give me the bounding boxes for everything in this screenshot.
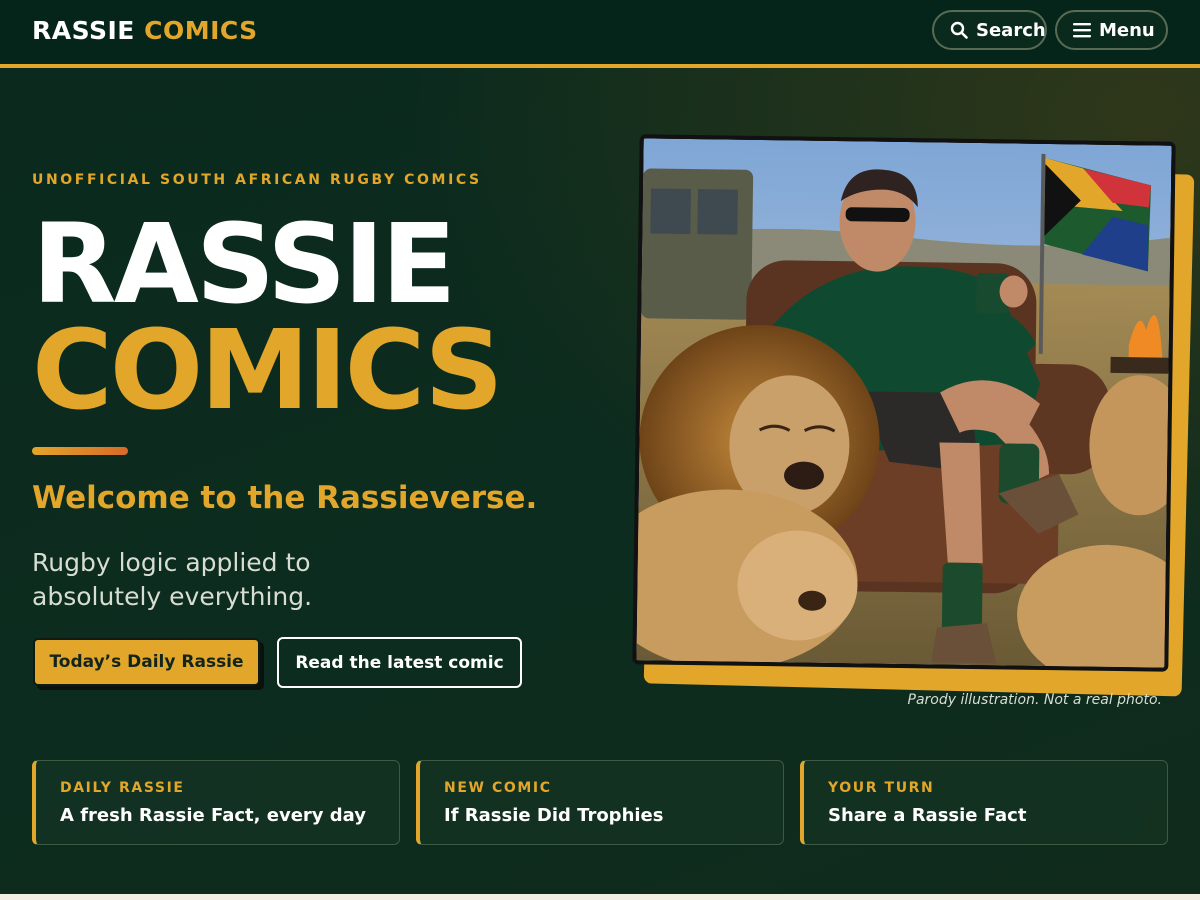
- card-kicker: YOUR TURN: [828, 780, 935, 796]
- brand-word-2: COMICS: [144, 16, 258, 45]
- menu-button[interactable]: Menu: [1055, 10, 1168, 50]
- card-kicker: DAILY RASSIE: [60, 780, 185, 796]
- search-label: Search: [976, 19, 1046, 41]
- card-title: A fresh Rassie Fact, every day: [60, 805, 366, 826]
- hero-lead-text: Rugby logic applied to absolutely everyt…: [32, 548, 313, 611]
- hero-title-line-2: COMICS: [32, 306, 504, 434]
- feature-card-daily-rassie[interactable]: DAILY RASSIE A fresh Rassie Fact, every …: [32, 760, 400, 845]
- menu-label: Menu: [1099, 19, 1155, 41]
- hamburger-menu-icon: [1073, 22, 1091, 38]
- card-kicker: NEW COMIC: [444, 780, 552, 796]
- latest-comic-button[interactable]: Read the latest comic: [277, 637, 522, 688]
- site-logo[interactable]: RASSIE COMICS: [32, 16, 258, 45]
- daily-rassie-button[interactable]: Today’s Daily Rassie: [33, 638, 260, 686]
- feature-card-your-turn[interactable]: YOUR TURN Share a Rassie Fact: [800, 760, 1168, 845]
- hero-title-line-1: RASSIE: [32, 200, 456, 328]
- image-caption: Parody illustration. Not a real photo.: [907, 692, 1162, 708]
- card-title: If Rassie Did Trophies: [444, 805, 664, 826]
- card-title: Share a Rassie Fact: [828, 805, 1027, 826]
- search-icon: [950, 21, 968, 39]
- site-header: RASSIE COMICS Search Menu: [0, 0, 1200, 68]
- search-button[interactable]: Search: [932, 10, 1047, 50]
- hero-eyebrow: UNOFFICIAL SOUTH AFRICAN RUGBY COMICS: [32, 172, 482, 188]
- title-underline-accent: [32, 447, 128, 455]
- hero-welcome-heading: Welcome to the Rassieverse.: [32, 480, 538, 516]
- page-bottom-strip: [0, 894, 1200, 900]
- feature-card-new-comic[interactable]: NEW COMIC If Rassie Did Trophies: [416, 760, 784, 845]
- hero-section: UNOFFICIAL SOUTH AFRICAN RUGBY COMICS RA…: [0, 68, 1200, 894]
- brand-word-1: RASSIE: [32, 16, 135, 45]
- hero-illustration: [632, 134, 1176, 672]
